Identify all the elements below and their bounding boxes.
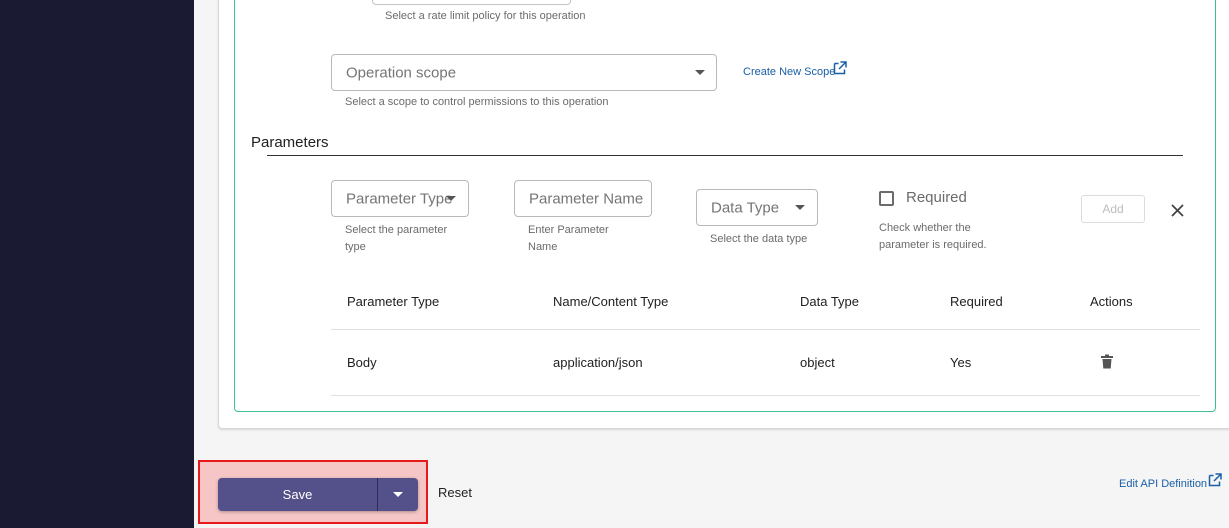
table-header-parameter-type: Parameter Type (347, 294, 440, 309)
rate-limit-helper: Select a rate limit policy for this oper… (385, 10, 586, 22)
table-cell-content-type: application/json (553, 355, 643, 370)
parameters-divider (267, 155, 1183, 156)
parameter-name-helper: Enter Parameter Name (528, 224, 609, 253)
parameters-title: Parameters (251, 134, 329, 151)
table-cell-parameter-type: Body (347, 355, 377, 370)
chevron-down-icon (393, 492, 403, 497)
operation-scope-placeholder: Operation scope (346, 64, 457, 81)
table-header-divider (331, 329, 1200, 330)
required-checkbox[interactable] (879, 191, 894, 206)
add-parameter-button[interactable]: Add (1081, 195, 1145, 223)
parameter-type-helper: Select the parameter type (345, 224, 448, 253)
parameter-type-placeholder: Parameter Type (346, 190, 453, 207)
save-options-dropdown[interactable] (378, 478, 418, 511)
table-row-divider (331, 395, 1200, 396)
close-icon[interactable] (1170, 203, 1185, 218)
save-split-button[interactable]: Save (218, 478, 418, 511)
data-type-helper: Select the data type (710, 233, 808, 245)
table-cell-required: Yes (950, 355, 972, 370)
parameter-type-select[interactable]: Parameter Type (331, 180, 469, 217)
external-link-icon[interactable] (1208, 473, 1222, 487)
operation-scope-helper: Select a scope to control permissions to… (345, 96, 609, 108)
external-link-icon[interactable] (833, 61, 847, 75)
delete-icon[interactable] (1100, 354, 1114, 369)
main-content: Select a rate limit policy for this oper… (194, 0, 1229, 528)
save-button[interactable]: Save (218, 478, 377, 511)
parameter-name-placeholder: Parameter Name (529, 190, 644, 207)
table-header-name-content-type: Name/Content Type (553, 294, 669, 309)
required-helper: Check whether the parameter is required. (879, 222, 987, 251)
reset-button[interactable]: Reset (438, 485, 472, 500)
table-header-required: Required (950, 294, 1003, 309)
data-type-placeholder: Data Type (711, 199, 780, 216)
chevron-down-icon (695, 70, 705, 75)
required-label: Required (906, 189, 967, 206)
edit-api-definition-link[interactable]: Edit API Definition (1119, 478, 1207, 490)
table-header-actions: Actions (1090, 294, 1133, 309)
left-sidebar (0, 0, 194, 528)
data-type-select[interactable]: Data Type (696, 189, 818, 226)
create-new-scope-link[interactable]: Create New Scope (743, 66, 835, 78)
rate-limit-select[interactable] (372, 0, 571, 5)
operation-scope-select[interactable]: Operation scope (331, 54, 717, 91)
chevron-down-icon (446, 196, 456, 201)
parameter-name-input[interactable]: Parameter Name (514, 180, 652, 217)
table-cell-data-type: object (800, 355, 835, 370)
table-header-data-type: Data Type (800, 294, 860, 309)
chevron-down-icon (795, 205, 805, 210)
